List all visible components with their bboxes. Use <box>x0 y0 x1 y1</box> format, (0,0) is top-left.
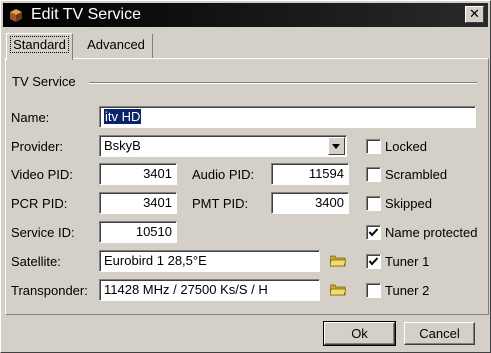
audio-pid-input[interactable]: 11594 <box>271 163 349 185</box>
satellite-folder-icon[interactable] <box>330 255 346 267</box>
skipped-label[interactable]: Skipped <box>385 195 432 213</box>
locked-label[interactable]: Locked <box>385 138 427 156</box>
group-title: TV Service <box>12 74 76 89</box>
transponder-value: 11428 MHz / 27500 Ks/S / H <box>104 282 268 297</box>
close-icon: ✕ <box>469 6 480 21</box>
audio-pid-label: Audio PID: <box>192 167 255 182</box>
checkmark-icon <box>368 257 379 266</box>
provider-select[interactable]: BskyB <box>99 135 347 157</box>
scrambled-checkbox[interactable] <box>366 167 381 182</box>
satellite-value: Eurobird 1 28,5°E <box>104 253 207 268</box>
pcr-pid-label: PCR PID: <box>11 196 68 211</box>
audio-pid-value: 11594 <box>308 166 344 181</box>
tuner1-checkbox[interactable] <box>366 254 381 269</box>
name-value: itv HD <box>104 109 142 124</box>
name-input[interactable]: itv HD <box>99 106 476 128</box>
tab-panel-standard <box>5 58 489 315</box>
tab-separator <box>152 34 153 58</box>
pmt-pid-value: 3400 <box>315 195 344 210</box>
provider-dropdown-button[interactable] <box>328 137 345 155</box>
provider-label: Provider: <box>11 139 64 154</box>
transponder-input[interactable]: 11428 MHz / 27500 Ks/S / H <box>99 279 320 301</box>
tuner1-label[interactable]: Tuner 1 <box>385 253 429 271</box>
window-title: Edit TV Service <box>31 6 141 23</box>
cancel-button[interactable]: Cancel <box>404 322 475 345</box>
satellite-label: Satellite: <box>11 254 61 269</box>
tab-advanced-label: Advanced <box>87 37 145 52</box>
skipped-checkbox[interactable] <box>366 196 381 211</box>
pmt-pid-label: PMT PID: <box>192 196 249 211</box>
pcr-pid-input[interactable]: 3401 <box>99 192 177 214</box>
pmt-pid-input[interactable]: 3400 <box>271 192 349 214</box>
scrambled-label[interactable]: Scrambled <box>385 166 447 184</box>
checkmark-icon <box>368 228 379 237</box>
tab-standard[interactable]: Standard <box>6 33 73 60</box>
service-id-input[interactable]: 10510 <box>99 221 177 243</box>
tab-standard-label: Standard <box>10 36 69 53</box>
tuner2-label[interactable]: Tuner 2 <box>385 282 429 300</box>
name-protected-label[interactable]: Name protected <box>385 224 478 242</box>
ok-button[interactable]: Ok <box>323 321 396 346</box>
video-pid-input[interactable]: 3401 <box>99 163 177 185</box>
group-divider <box>89 82 477 84</box>
pcr-pid-value: 3401 <box>143 195 172 210</box>
edit-tv-service-dialog: Edit TV Service ✕ Standard Advanced TV S… <box>0 0 491 353</box>
title-bar[interactable]: Edit TV Service ✕ <box>3 3 488 27</box>
tuner2-checkbox[interactable] <box>366 283 381 298</box>
close-button[interactable]: ✕ <box>465 6 484 23</box>
tab-advanced[interactable]: Advanced <box>81 34 151 58</box>
provider-value: BskyB <box>104 138 141 153</box>
tv-box-icon <box>10 9 22 22</box>
name-protected-checkbox[interactable] <box>366 225 381 240</box>
chevron-down-icon <box>332 144 340 149</box>
satellite-input[interactable]: Eurobird 1 28,5°E <box>99 250 320 272</box>
video-pid-value: 3401 <box>143 166 172 181</box>
transponder-folder-icon[interactable] <box>330 284 346 296</box>
locked-checkbox[interactable] <box>366 139 381 154</box>
video-pid-label: Video PID: <box>11 167 73 182</box>
service-id-value: 10510 <box>135 224 172 239</box>
transponder-label: Transponder: <box>11 283 88 298</box>
service-id-label: Service ID: <box>11 225 75 240</box>
name-label: Name: <box>11 110 50 125</box>
